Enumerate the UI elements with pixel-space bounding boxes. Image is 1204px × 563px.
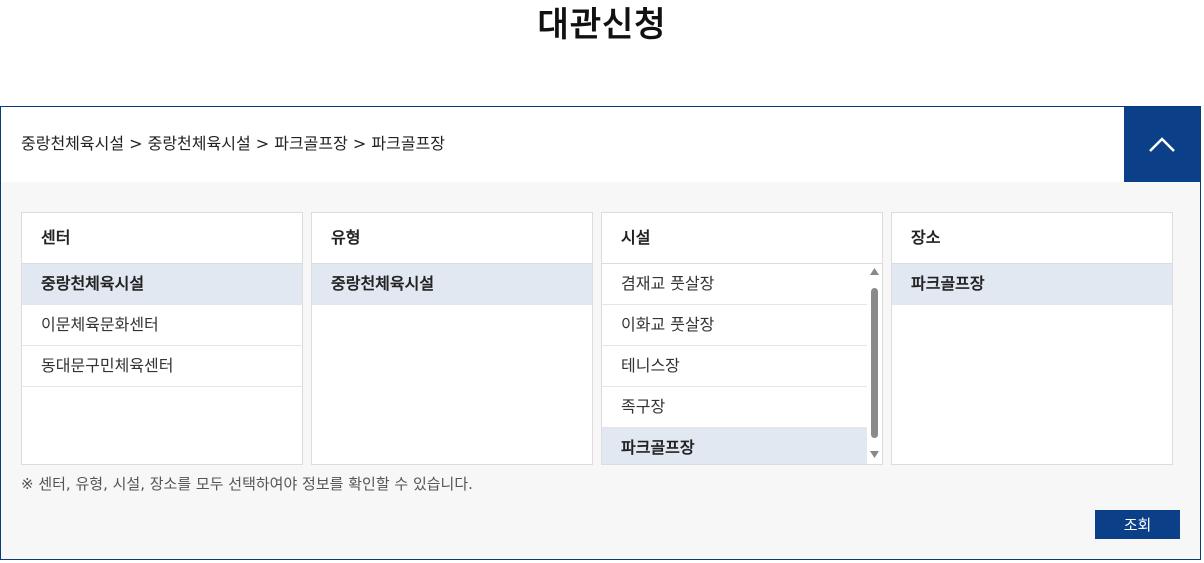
scroll-thumb[interactable] (871, 288, 878, 438)
place-item[interactable]: 파크골프장 (892, 264, 1172, 305)
page-title: 대관신청 (537, 5, 667, 45)
center-item[interactable]: 동대문구민체육센터 (22, 346, 302, 387)
type-column-header: 유형 (312, 213, 592, 264)
center-item[interactable]: 중랑천체육시설 (22, 264, 302, 305)
reservation-panel: 중랑천체육시설 > 중랑천체육시설 > 파크골프장 > 파크골프장 센터 중랑천… (0, 106, 1201, 560)
breadcrumb: 중랑천체육시설 > 중랑천체육시설 > 파크골프장 > 파크골프장 (21, 134, 446, 153)
facility-item[interactable]: 겸재교 풋살장 (602, 264, 867, 305)
facility-item[interactable]: 족구장 (602, 387, 867, 428)
triangle-up-icon[interactable] (870, 268, 879, 275)
facility-item[interactable]: 이화교 풋살장 (602, 305, 867, 346)
place-column: 장소 파크골프장 (891, 212, 1173, 465)
center-list: 중랑천체육시설 이문체육문화센터 동대문구민체육센터 (22, 264, 302, 464)
search-button[interactable]: 조회 (1095, 510, 1180, 539)
triangle-down-icon[interactable] (870, 451, 879, 458)
panel-header: 중랑천체육시설 > 중랑천체육시설 > 파크골프장 > 파크골프장 (1, 107, 1200, 182)
center-column: 센터 중랑천체육시설 이문체육문화센터 동대문구민체육센터 (21, 212, 303, 465)
selection-columns: 센터 중랑천체육시설 이문체육문화센터 동대문구민체육센터 유형 중랑천체육시설… (21, 212, 1174, 465)
facility-scrollbar[interactable] (867, 264, 882, 464)
facility-list: 겸재교 풋살장 이화교 풋살장 테니스장 족구장 파크골프장 (602, 264, 882, 464)
type-column: 유형 중랑천체육시설 (311, 212, 593, 465)
chevron-up-icon (1149, 137, 1175, 152)
facility-column-header: 시설 (602, 213, 882, 264)
collapse-button[interactable] (1124, 107, 1200, 182)
facility-item[interactable]: 테니스장 (602, 346, 867, 387)
place-column-header: 장소 (892, 213, 1172, 264)
facility-column: 시설 겸재교 풋살장 이화교 풋살장 테니스장 족구장 파크골프장 (601, 212, 883, 465)
place-list: 파크골프장 (892, 264, 1172, 464)
facility-item[interactable]: 파크골프장 (602, 428, 867, 464)
notice-text: ※ 센터, 유형, 시설, 장소를 모두 선택하여야 정보를 확인할 수 있습니… (21, 475, 473, 493)
type-list: 중랑천체육시설 (312, 264, 592, 464)
center-item[interactable]: 이문체육문화센터 (22, 305, 302, 346)
center-column-header: 센터 (22, 213, 302, 264)
type-item[interactable]: 중랑천체육시설 (312, 264, 592, 305)
